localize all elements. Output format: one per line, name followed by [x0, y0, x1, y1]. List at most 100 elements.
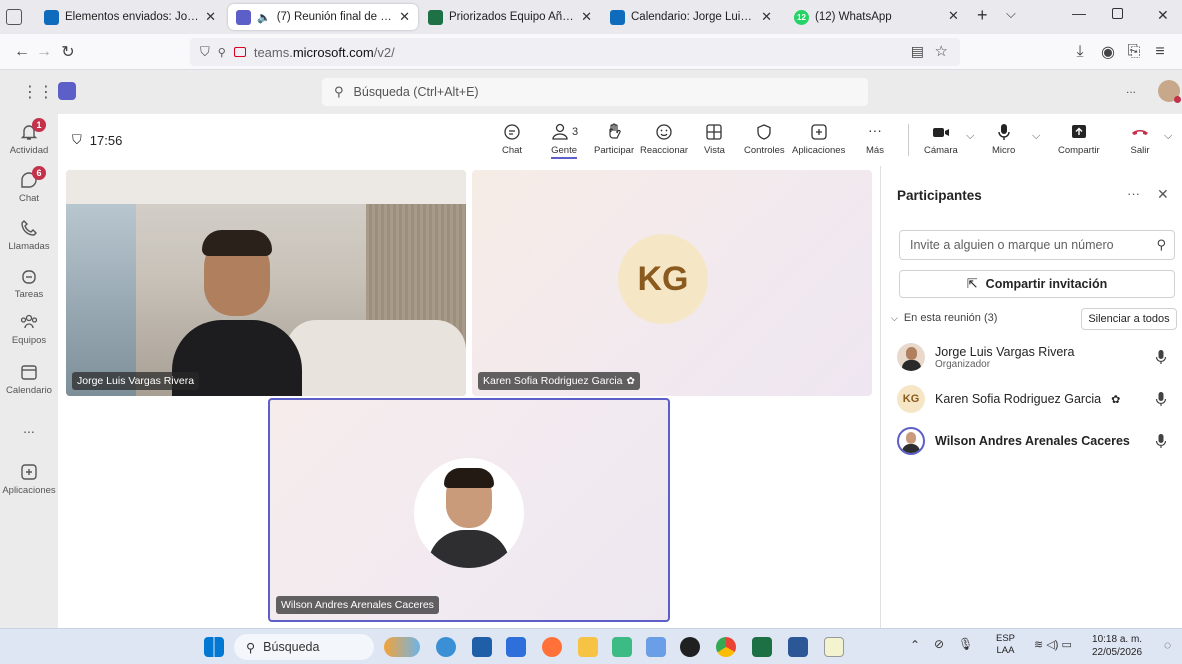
restore-icon[interactable]	[1112, 8, 1123, 19]
browser-tab-4[interactable]: Calendario: Jorge Luis Vargas ✕	[602, 4, 780, 30]
account-icon[interactable]: ◉	[1098, 42, 1118, 62]
word-icon[interactable]	[788, 637, 808, 657]
video-tile-jorge[interactable]: Jorge Luis Vargas Rivera	[66, 170, 466, 396]
chat-button[interactable]: Chat	[502, 122, 522, 156]
excel-icon[interactable]	[752, 637, 772, 657]
mic-options-chevron-icon[interactable]: ⌵	[1032, 130, 1040, 143]
microphone-icon	[1155, 434, 1167, 448]
chevron-up-icon[interactable]: ⌃	[910, 638, 920, 652]
network-icon[interactable]: ⊘	[934, 637, 944, 651]
chrome-icon[interactable]	[716, 637, 736, 657]
notepad-icon[interactable]	[824, 637, 844, 657]
browser-tab-5[interactable]: 12 (12) WhatsApp	[786, 4, 906, 30]
avatar: KG	[618, 234, 708, 324]
firefox-icon[interactable]	[542, 637, 562, 657]
video-tile-wilson[interactable]: Wilson Andres Arenales Caceres	[268, 398, 670, 622]
mic-tray-icon[interactable]: 🎙	[958, 637, 973, 651]
rail-item-equipos[interactable]: Equipos	[0, 312, 58, 346]
avatar	[897, 427, 925, 455]
panel-more-icon[interactable]: ···	[1127, 186, 1140, 201]
rail-item-actividad[interactable]: 1 Actividad	[0, 118, 58, 156]
meeting-timer: ⛉ 17:56	[72, 132, 123, 148]
rail-item-calendario[interactable]: Calendario	[0, 362, 58, 396]
close-icon[interactable]: ✕	[1157, 186, 1169, 203]
grid-view-icon	[706, 124, 723, 140]
camera-options-chevron-icon[interactable]: ⌵	[966, 130, 974, 143]
share-invite-button[interactable]: ⇱ Compartir invitación	[899, 270, 1175, 298]
extensions-icon[interactable]: ⎘	[1124, 42, 1144, 62]
windows-start-icon[interactable]	[204, 637, 224, 657]
participant-row[interactable]: Jorge Luis Vargas Rivera Organizador	[897, 340, 1167, 374]
invite-input[interactable]: Invite a alguien o marque un número ⚲	[899, 230, 1175, 260]
minimize-icon[interactable]: —	[1072, 5, 1086, 21]
close-icon[interactable]: ✕	[399, 9, 410, 25]
wifi-volume-battery-icon[interactable]: ≋ ◁) ▭	[1034, 638, 1072, 651]
more-button[interactable]: ··· Más	[866, 122, 884, 156]
app-icon[interactable]	[612, 637, 632, 657]
more-options-icon[interactable]: ...	[1126, 82, 1136, 96]
media-player-icon[interactable]	[680, 637, 700, 657]
view-button[interactable]: Vista	[704, 122, 725, 156]
teams-search-input[interactable]: ⚲ Búsqueda (Ctrl+Alt+E)	[322, 78, 868, 106]
mic-button[interactable]: Micro	[992, 122, 1015, 156]
react-button[interactable]: Reaccionar	[640, 122, 688, 156]
rail-item-tareas[interactable]: Tareas	[0, 266, 58, 300]
rail-item-more[interactable]: ...	[0, 420, 58, 436]
browser-tab-3[interactable]: Priorizados Equipo Año 2024 ✕	[420, 4, 600, 30]
teams-header: ⋮⋮⋮ ⚲ Búsqueda (Ctrl+Alt+E) ...	[0, 70, 1182, 114]
microphone-icon	[997, 124, 1010, 140]
downloads-icon[interactable]: ⤓	[1070, 42, 1090, 62]
calendar-app-icon[interactable]	[506, 637, 526, 657]
window-close-icon[interactable]: ✕	[1157, 7, 1169, 24]
avatar: KG	[897, 385, 925, 413]
store-icon[interactable]	[472, 637, 492, 657]
rail-item-chat[interactable]: 6 Chat	[0, 166, 58, 204]
address-bar[interactable]: ⛉ ⚲ teams.microsoft.com/v2/ ▤ ☆	[190, 38, 960, 66]
notification-bell-icon[interactable]: ◌	[1164, 638, 1171, 652]
camera-sharing-icon[interactable]	[233, 47, 246, 57]
file-explorer-icon[interactable]	[578, 637, 598, 657]
close-icon[interactable]: ✕	[205, 9, 216, 25]
reader-view-icon[interactable]: ▤	[911, 43, 924, 60]
app-icon[interactable]	[646, 637, 666, 657]
close-icon[interactable]: ✕	[761, 9, 772, 25]
camera-icon	[932, 128, 949, 137]
video-tile-karen[interactable]: KG Karen Sofia Rodriguez Garcia ✿	[472, 170, 872, 396]
section-in-meeting[interactable]: ⌵ En esta reunión (3)	[891, 312, 997, 324]
tab-list-chevron-icon[interactable]: ⌵	[1006, 6, 1016, 22]
phone-icon	[21, 220, 37, 236]
avatar	[897, 343, 925, 371]
close-tab-icon[interactable]: ✕	[948, 8, 959, 24]
people-button[interactable]: 3 Gente	[550, 122, 578, 159]
share-button[interactable]: Compartir	[1058, 122, 1100, 156]
raise-hand-button[interactable]: Participar	[594, 122, 634, 156]
camera-button[interactable]: Cámara	[924, 122, 958, 156]
bookmark-star-icon[interactable]: ☆	[935, 42, 948, 60]
leave-options-chevron-icon[interactable]: ⌵	[1164, 130, 1172, 143]
rail-item-llamadas[interactable]: Llamadas	[0, 218, 58, 252]
rail-item-aplicaciones[interactable]: Aplicaciones	[0, 462, 58, 496]
participant-row[interactable]: Wilson Andres Arenales Caceres	[897, 424, 1167, 458]
menu-icon[interactable]: ≡	[1150, 42, 1170, 62]
language-indicator[interactable]: ESP LAA	[996, 633, 1015, 657]
taskbar-search[interactable]: ⚲ Búsqueda	[234, 634, 374, 660]
apps-button[interactable]: Aplicaciones	[792, 122, 845, 156]
widgets-icon[interactable]	[384, 637, 420, 657]
browser-tab-1[interactable]: Elementos enviados: Jorge Lu ✕	[36, 4, 224, 30]
permissions-icon[interactable]: ⚲	[218, 46, 226, 59]
clock[interactable]: 10:18 a. m. 22/05/2026	[1092, 633, 1142, 659]
reload-icon[interactable]: ↻	[58, 42, 78, 62]
back-icon[interactable]: ←	[12, 42, 32, 62]
chat-icon	[504, 124, 520, 140]
tab-overview-icon[interactable]	[6, 9, 22, 25]
new-tab-icon[interactable]: +	[977, 5, 988, 26]
close-icon[interactable]: ✕	[581, 9, 592, 25]
participant-row[interactable]: KG Karen Sofia Rodriguez Garcia ✿	[897, 382, 1167, 416]
browser-tab-2[interactable]: 🔈 (7) Reunión final de segu ✕	[228, 4, 418, 30]
mute-all-button[interactable]: Silenciar a todos	[1081, 308, 1177, 330]
share-screen-icon	[1071, 125, 1086, 138]
forward-icon[interactable]: →	[34, 42, 54, 62]
copilot-icon[interactable]	[436, 637, 456, 657]
leave-button[interactable]: Salir	[1130, 122, 1150, 156]
controls-button[interactable]: Controles	[744, 122, 785, 156]
